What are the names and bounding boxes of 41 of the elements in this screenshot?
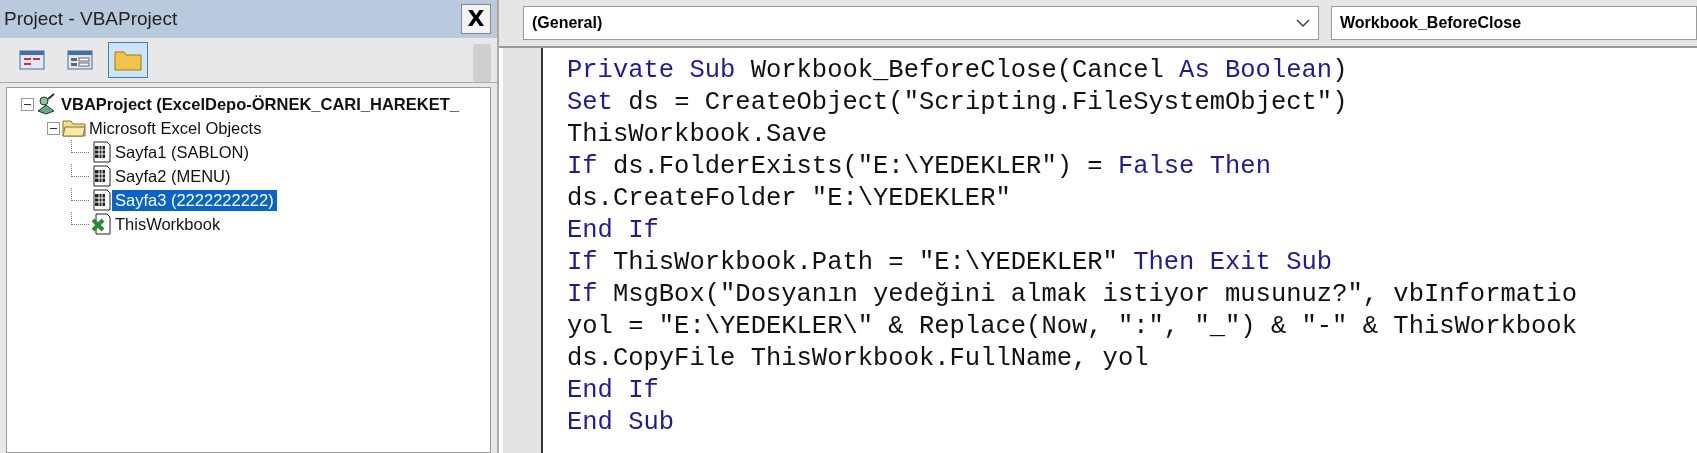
tree-connector (71, 140, 89, 153)
tree-item[interactable]: Sayfa3 (2222222222) (112, 189, 277, 211)
code-line: Private Sub Workbook_BeforeClose(Cancel As Boolean) (567, 55, 1349, 87)
tree-item[interactable]: Microsoft Excel Objects (86, 117, 265, 139)
code-line: If MsgBox("Dosyanın yedeğini almak istiyor musunuz?", vbInformatio (567, 279, 1578, 311)
object-dropdown[interactable]: (General) (523, 6, 1319, 40)
procedure-dropdown[interactable]: Workbook_BeforeClose (1331, 6, 1697, 40)
folder-icon (114, 49, 142, 71)
toolbar-button[interactable] (108, 42, 148, 78)
code-line: ds.CopyFile ThisWorkbook.FullName, yol (567, 343, 1150, 375)
dropdown-value: Workbook_BeforeClose (1340, 14, 1522, 32)
worksheet-icon (92, 165, 112, 187)
code-line: End Sub (567, 407, 676, 439)
tree-item[interactable]: ThisWorkbook (112, 213, 224, 235)
code-line: Set ds = CreateObject("Scripting.FileSystemObject") (567, 87, 1349, 119)
tree-connector (71, 188, 89, 201)
tree-connector (71, 164, 89, 177)
close-button[interactable]: X (461, 4, 491, 34)
panel-title: Project - VBAProject (4, 8, 178, 30)
tree-item[interactable]: VBAProject (ExcelDepo-ÖRNEK_CARI_HAREKET_ (58, 93, 462, 115)
code-line: ds.CreateFolder "E:\YEDEKLER" (567, 183, 1012, 215)
tree-item[interactable]: Sayfa2 (MENU) (112, 165, 234, 187)
code-line: End If (567, 215, 660, 247)
chevron-down-icon (1296, 19, 1310, 27)
folder-icon (62, 119, 86, 137)
collapse-icon[interactable] (47, 121, 60, 135)
tree-item[interactable]: Sayfa1 (SABLON) (112, 141, 252, 163)
code-line: yol = "E:\YEDEKLER\" & Replace(Now, ":", "_") & "-" & ThisWorkbook (567, 311, 1578, 343)
code-line: If ThisWorkbook.Path = "E:\YEDEKLER" Then Exit Sub (567, 247, 1334, 279)
worksheet-icon (92, 189, 112, 211)
worksheet-icon (92, 141, 112, 163)
dropdown-value: (General) (532, 14, 603, 32)
tree-connector (71, 212, 89, 225)
collapse-icon[interactable] (21, 97, 34, 111)
workbook-icon (92, 213, 112, 235)
code-line: ThisWorkbook.Save (567, 119, 829, 151)
code-line: If ds.FolderExists("E:\YEDEKLER") = False Then (567, 151, 1272, 183)
scrollbar[interactable] (473, 44, 491, 82)
form-view-icon (67, 50, 93, 70)
code-view-icon (19, 50, 45, 70)
code-line: End If (567, 375, 660, 407)
